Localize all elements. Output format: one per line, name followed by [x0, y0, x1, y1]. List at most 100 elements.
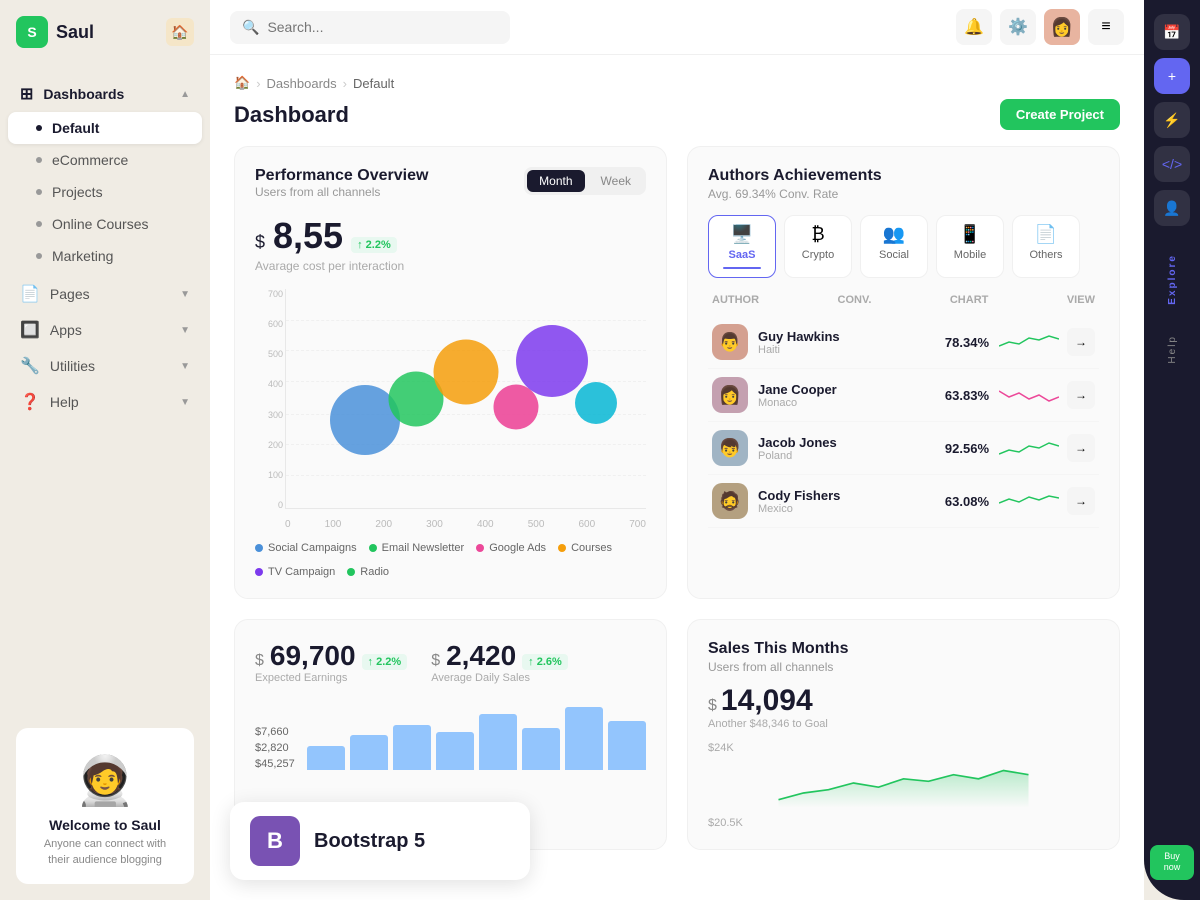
sidebar-label-default: Default: [52, 120, 99, 136]
author-chart-jane: [989, 383, 1059, 407]
logo-icon: S: [16, 16, 48, 48]
main-content: 🏠 › Dashboards › Default Dashboard Creat…: [210, 55, 1144, 900]
settings-button[interactable]: ⚙️: [1000, 9, 1036, 45]
avatar-jane: 👩: [712, 377, 748, 413]
legend-email: Email Newsletter: [369, 542, 465, 554]
author-chart-jacob: [989, 436, 1059, 460]
bootstrap-letter: B: [267, 828, 283, 854]
author-conv-jacob: 92.56%: [929, 441, 989, 456]
right-panel: 📅 + ⚡ </> 👤 Explore Help Buy now: [1144, 0, 1200, 900]
add-button[interactable]: +: [1154, 58, 1190, 94]
author-country-jane: Monaco: [758, 397, 929, 409]
x-axis-labels: 0100200300400500600700: [285, 519, 646, 530]
sales-goal: Another $48,346 to Goal: [708, 718, 1099, 730]
tab-week[interactable]: Week: [589, 170, 643, 192]
view-btn-jacob[interactable]: →: [1067, 434, 1095, 462]
cat-label-crypto: Crypto: [802, 249, 834, 261]
back-button[interactable]: 🏠: [166, 18, 194, 46]
expected-badge: ↑ 2.2%: [362, 654, 408, 670]
create-project-button[interactable]: Create Project: [1000, 99, 1120, 130]
others-icon: 📄: [1035, 224, 1057, 245]
author-conv-guy: 78.34%: [929, 335, 989, 350]
authors-title: Authors Achievements: [708, 167, 1099, 185]
sidebar-nav: ⊞ Dashboards ▲ Default eCommerce Project…: [0, 64, 210, 712]
sidebar-item-default[interactable]: Default: [8, 112, 202, 144]
social-icon: 👥: [883, 224, 905, 245]
user-avatar[interactable]: 👩: [1044, 9, 1080, 45]
code-button[interactable]: </>: [1154, 146, 1190, 182]
sidebar-item-marketing[interactable]: Marketing: [8, 240, 202, 272]
author-country-guy: Haiti: [758, 344, 929, 356]
page-title: Dashboard: [234, 102, 349, 128]
sidebar-item-online-courses[interactable]: Online Courses: [8, 208, 202, 240]
saas-icon: 🖥️: [731, 224, 753, 245]
breadcrumb-dashboards[interactable]: Dashboards: [267, 76, 337, 91]
daily-sales: $ 2,420 ↑ 2.6% Average Daily Sales: [431, 640, 568, 684]
search-input[interactable]: [267, 19, 498, 35]
sidebar-item-ecommerce[interactable]: eCommerce: [8, 144, 202, 176]
cat-tab-crypto[interactable]: ₿ Crypto: [784, 215, 852, 278]
cat-tab-mobile[interactable]: 📱 Mobile: [936, 215, 1004, 278]
col-conv: CONV.: [838, 294, 872, 306]
expected-earnings: $ 69,700 ↑ 2.2% Expected Earnings: [255, 640, 407, 684]
chart-legend: Social Campaigns Email Newsletter Google…: [255, 542, 646, 578]
notification-button[interactable]: 🔔: [956, 9, 992, 45]
sales-subtitle: Users from all channels: [708, 660, 1099, 674]
cat-tab-saas[interactable]: 🖥️ SaaS: [708, 215, 776, 278]
col-author: AUTHOR: [712, 294, 759, 306]
legend-courses: Courses: [558, 542, 612, 554]
tab-month[interactable]: Month: [527, 170, 584, 192]
cat-tab-others[interactable]: 📄 Others: [1012, 215, 1080, 278]
cat-tab-social[interactable]: 👥 Social: [860, 215, 928, 278]
sidebar: S Saul 🏠 ⊞ Dashboards ▲ Default eCommerc…: [0, 0, 210, 900]
sidebar-item-projects[interactable]: Projects: [8, 176, 202, 208]
buy-now-button[interactable]: Buy now: [1150, 845, 1194, 880]
growth-badge: ↑ 2.2%: [351, 237, 397, 253]
sidebar-label-dashboards: Dashboards: [43, 86, 124, 102]
welcome-text: Anyone can connect with their audience b…: [32, 837, 178, 868]
bubble-radio: [575, 382, 617, 424]
view-btn-cody[interactable]: →: [1067, 487, 1095, 515]
breadcrumb-sep1: ›: [256, 76, 260, 91]
sidebar-item-dashboards[interactable]: ⊞ Dashboards ▲: [8, 76, 202, 112]
period-tabs: Month Week: [524, 167, 646, 195]
main-wrapper: 🔍 🔔 ⚙️ 👩 ≡ 🏠 › Dashboards › Default Dash…: [210, 0, 1144, 900]
sidebar-item-apps[interactable]: 🔲 Apps ▼: [8, 312, 202, 348]
user-button[interactable]: 👤: [1154, 190, 1190, 226]
avatar-guy: 👨: [712, 324, 748, 360]
legend-tv: TV Campaign: [255, 566, 335, 578]
bubble-chart: [285, 289, 646, 509]
col-chart: CHART: [950, 294, 989, 306]
mobile-icon: 📱: [959, 224, 981, 245]
view-btn-jane[interactable]: →: [1067, 381, 1095, 409]
col-view: VIEW: [1067, 294, 1095, 306]
search-icon: 🔍: [242, 19, 259, 36]
sidebar-label-ecommerce: eCommerce: [52, 152, 128, 168]
sidebar-item-utilities[interactable]: 🔧 Utilities ▼: [8, 348, 202, 384]
cat-label-social: Social: [879, 249, 909, 261]
author-info-jane: Jane Cooper Monaco: [758, 382, 929, 409]
topbar-right: 🔔 ⚙️ 👩 ≡: [956, 9, 1124, 45]
performance-header: Performance Overview Users from all chan…: [255, 167, 646, 211]
sidebar-item-help[interactable]: ❓ Help ▼: [8, 384, 202, 420]
breadcrumb-home-icon: 🏠: [234, 75, 250, 91]
cat-label-mobile: Mobile: [954, 249, 986, 261]
chevron-down-icon: ▼: [180, 325, 190, 336]
app-name: Saul: [56, 22, 94, 43]
search-box: 🔍: [230, 11, 510, 44]
author-info-jacob: Jacob Jones Poland: [758, 435, 929, 462]
breadcrumb-sep2: ›: [343, 76, 347, 91]
notification-icon-button[interactable]: ⚡: [1154, 102, 1190, 138]
sidebar-item-pages[interactable]: 📄 Pages ▼: [8, 276, 202, 312]
view-btn-guy[interactable]: →: [1067, 328, 1095, 356]
author-conv-cody: 63.08%: [929, 494, 989, 509]
author-name-guy: Guy Hawkins: [758, 329, 929, 344]
action-buttons: Buy now: [1150, 845, 1194, 890]
y-label-24k: $24K: [708, 742, 734, 754]
legend-radio: Radio: [347, 566, 389, 578]
calendar-button[interactable]: 📅: [1154, 14, 1190, 50]
expected-label: Expected Earnings: [255, 672, 407, 684]
menu-button[interactable]: ≡: [1088, 9, 1124, 45]
explore-label: Explore: [1167, 254, 1178, 305]
help-label: Help: [1167, 335, 1178, 364]
